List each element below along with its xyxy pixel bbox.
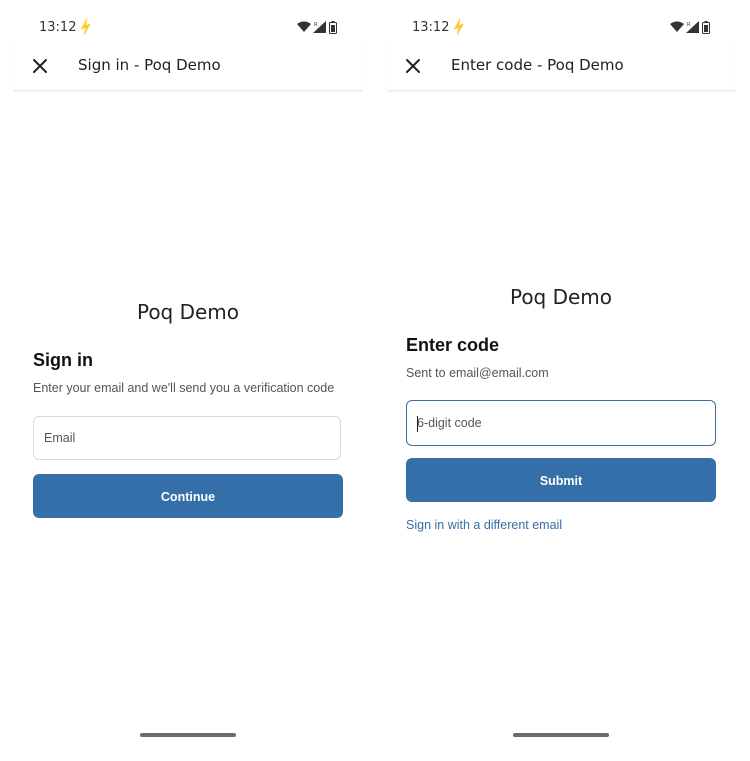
text-caret <box>417 416 418 432</box>
code-field[interactable] <box>406 400 716 446</box>
signal-icon: R <box>313 21 326 33</box>
status-icons: R <box>297 20 337 34</box>
sign-in-heading: Sign in <box>33 350 93 370</box>
home-indicator[interactable] <box>140 733 236 737</box>
battery-icon <box>702 20 710 34</box>
svg-text:R: R <box>687 22 691 28</box>
brand-title: Poq Demo <box>136 300 240 324</box>
data-saver-icon: ⚡ <box>75 16 97 37</box>
enter-code-screen: 13:12 ⚡ R Enter code - Poq Demo Poq Demo… <box>387 0 735 761</box>
page-title: Sign in - Poq Demo <box>78 56 221 74</box>
sign-in-description: Enter your email and we'll send you a ve… <box>33 381 335 395</box>
signal-icon: R <box>686 21 699 33</box>
status-icons: R <box>670 20 710 34</box>
close-button[interactable] <box>403 56 423 76</box>
status-time: 13:12 <box>412 20 450 35</box>
email-field[interactable] <box>33 416 341 460</box>
different-email-link[interactable]: Sign in with a different email <box>406 518 562 532</box>
close-button[interactable] <box>30 56 50 76</box>
toolbar: Enter code - Poq Demo <box>387 44 735 91</box>
code-input[interactable] <box>407 401 715 445</box>
sign-in-screen: 13:12 ⚡ R Sign in - Poq Demo Poq Demo Si… <box>14 0 362 761</box>
email-input[interactable] <box>34 417 340 459</box>
enter-code-heading: Enter code <box>406 335 500 355</box>
toolbar: Sign in - Poq Demo <box>14 44 362 91</box>
battery-icon <box>329 20 337 34</box>
submit-button[interactable]: Submit <box>406 458 716 502</box>
close-icon <box>406 59 420 73</box>
close-icon <box>33 59 47 73</box>
page-title: Enter code - Poq Demo <box>451 56 624 74</box>
home-indicator[interactable] <box>513 733 609 737</box>
continue-button[interactable]: Continue <box>33 474 343 518</box>
wifi-icon <box>297 21 311 32</box>
sent-to-text: Sent to email@email.com <box>406 366 549 380</box>
svg-text:R: R <box>314 22 318 28</box>
brand-title: Poq Demo <box>509 285 613 309</box>
status-time: 13:12 <box>39 20 77 35</box>
wifi-icon <box>670 21 684 32</box>
data-saver-icon: ⚡ <box>448 16 470 37</box>
